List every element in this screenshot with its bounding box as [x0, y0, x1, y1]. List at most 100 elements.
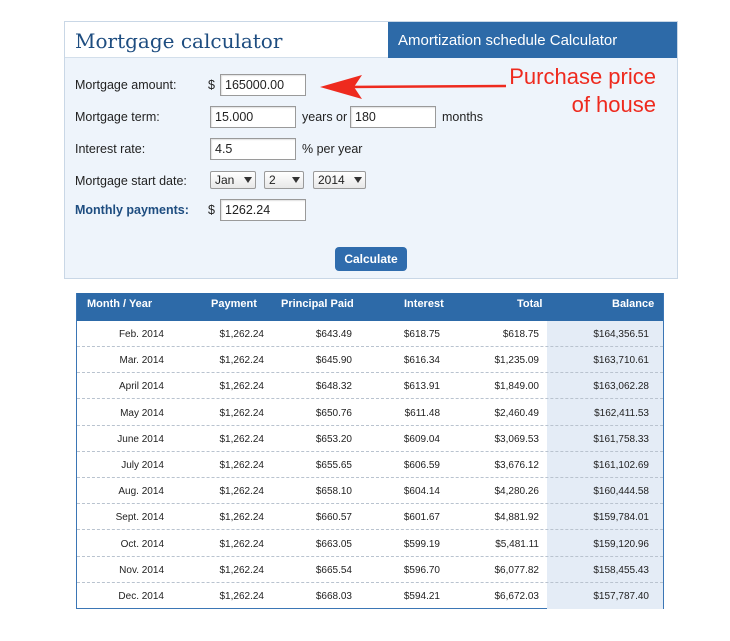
cell-total: $3,069.53 [494, 433, 540, 445]
years-or-text: years or [302, 110, 348, 124]
cell-total: $3,676.12 [494, 460, 540, 471]
term-months-input[interactable]: 180 [350, 106, 436, 128]
header-month-year: Month / Year [87, 298, 153, 310]
calculator-header: Mortgage calculator Amortization schedul… [65, 22, 677, 58]
chevron-down-icon [354, 177, 362, 183]
cell-payment: $1,262.24 [219, 460, 265, 471]
cell-total: $1,849.00 [494, 381, 540, 393]
cell-total: $2,460.49 [494, 407, 540, 419]
cell-total: $618.75 [502, 329, 539, 340]
amortization-table: Month / Year Payment Principal Paid Inte… [76, 293, 664, 609]
cell-payment: $1,262.24 [219, 355, 265, 367]
cell-interest: $613.91 [403, 381, 440, 393]
cell-month-year: May 2014 [120, 407, 164, 419]
cell-interest: $594.21 [403, 591, 440, 602]
table-row: Sept. 2014 $1,262.24 $660.57 $601.67 $4,881.… [77, 504, 663, 531]
cell-total: $4,280.26 [494, 486, 540, 498]
cell-interest: $596.70 [403, 564, 440, 576]
monthly-payments-label: Monthly payments: [75, 203, 189, 217]
start-date-label: Mortgage start date: [75, 174, 187, 188]
header-payment: Payment [211, 298, 257, 310]
table-row: Feb. 2014 $1,262.24 $643.49 $618.75 $618.75 $… [77, 321, 663, 347]
cell-payment: $1,262.24 [219, 329, 265, 340]
start-day-select[interactable]: 2 [264, 171, 304, 189]
cell-interest: $599.19 [403, 538, 440, 550]
cell-balance: $160,444.58 [593, 486, 649, 498]
start-month-value: Jan [215, 173, 235, 187]
cell-principal-paid: $648.32 [315, 381, 352, 393]
cell-month-year: July 2014 [121, 460, 164, 471]
start-year-select[interactable]: 2014 [313, 171, 366, 189]
cell-month-year: Nov. 2014 [119, 564, 164, 576]
table-row: Dec. 2014 $1,262.24 $668.03 $594.21 $6,672.0… [77, 583, 663, 609]
cell-principal-paid: $645.90 [315, 355, 352, 367]
cell-principal-paid: $650.76 [315, 407, 352, 419]
start-month-select[interactable]: Jan [210, 171, 256, 189]
start-day-value: 2 [269, 173, 276, 187]
mortgage-term-label: Mortgage term: [75, 110, 160, 124]
cell-month-year: Aug. 2014 [118, 486, 164, 498]
cell-balance: $161,102.69 [593, 460, 649, 471]
table-row: June 2014 $1,262.24 $653.20 $609.04 $3,069.5… [77, 426, 663, 452]
cell-interest: $611.48 [404, 407, 440, 419]
cell-balance: $157,787.40 [593, 591, 649, 602]
cell-payment: $1,262.24 [219, 538, 265, 550]
page-title: Mortgage calculator [75, 29, 283, 53]
cell-principal-paid: $663.05 [315, 538, 352, 550]
header-total: Total [517, 298, 543, 310]
cell-interest: $604.14 [403, 486, 440, 498]
chevron-down-icon [244, 177, 252, 183]
cell-principal-paid: $660.57 [315, 512, 352, 524]
cell-principal-paid: $665.54 [315, 564, 352, 576]
cell-interest: $606.59 [403, 460, 440, 471]
cell-balance: $161,758.33 [593, 433, 649, 445]
table-row: April 2014 $1,262.24 $648.32 $613.91 $1,849.… [77, 373, 663, 400]
interest-rate-label: Interest rate: [75, 142, 146, 156]
table-row: Oct. 2014 $1,262.24 $663.05 $599.19 $5,481.1… [77, 531, 663, 557]
cell-total: $6,672.03 [494, 591, 540, 602]
cell-principal-paid: $655.65 [315, 460, 352, 471]
tab-amortization-label: Amortization schedule Calculator [398, 32, 618, 49]
header-balance: Balance [612, 298, 655, 310]
cell-interest: $618.75 [403, 329, 440, 340]
cell-principal-paid: $658.10 [315, 486, 352, 498]
cell-interest: $601.67 [403, 512, 440, 524]
cell-payment: $1,262.24 [219, 591, 265, 602]
title-box: Mortgage calculator [65, 22, 388, 58]
cell-interest: $609.04 [403, 433, 440, 445]
cell-total: $1,235.09 [494, 355, 540, 367]
payment-currency-symbol: $ [208, 203, 215, 217]
rate-suffix-text: % per year [302, 142, 363, 156]
cell-month-year: Dec. 2014 [118, 591, 164, 602]
term-years-input[interactable]: 15.000 [210, 106, 296, 128]
calculate-button[interactable]: Calculate [335, 247, 407, 271]
cell-balance: $159,120.96 [593, 538, 649, 550]
annotation-line-2: of house [571, 92, 656, 117]
mortgage-amount-label: Mortgage amount: [75, 78, 177, 92]
mortgage-calculator-panel: Mortgage calculator Amortization schedul… [64, 21, 678, 279]
mortgage-amount-input[interactable]: 165000.00 [220, 74, 306, 96]
cell-month-year: Feb. 2014 [118, 329, 164, 340]
table-row: May 2014 $1,262.24 $650.76 $611.48 $2,460.49… [77, 400, 663, 426]
cell-total: $5,481.11 [495, 538, 539, 550]
table-row: Mar. 2014 $1,262.24 $645.90 $616.34 $1,235.0… [77, 347, 663, 374]
cell-total: $6,077.82 [494, 564, 540, 576]
cell-balance: $159,784.01 [593, 512, 649, 524]
annotation-text: Purchase price of house [480, 63, 656, 119]
interest-rate-input[interactable]: 4.5 [210, 138, 296, 160]
monthly-payment-output[interactable]: 1262.24 [220, 199, 306, 221]
table-row: July 2014 $1,262.24 $655.65 $606.59 $3,676.1… [77, 452, 663, 478]
cell-month-year: Oct. 2014 [120, 538, 164, 550]
cell-balance: $163,062.28 [593, 381, 649, 393]
cell-principal-paid: $643.49 [315, 329, 352, 340]
months-text: months [442, 110, 483, 124]
cell-principal-paid: $668.03 [315, 591, 352, 602]
cell-month-year: June 2014 [117, 433, 164, 445]
cell-payment: $1,262.24 [219, 486, 265, 498]
annotation-line-1: Purchase price [509, 64, 656, 89]
header-principal-paid: Principal Paid [281, 298, 354, 310]
tab-amortization-schedule[interactable]: Amortization schedule Calculator [388, 22, 677, 58]
chevron-down-icon [292, 177, 300, 183]
cell-balance: $164,356.51 [593, 329, 649, 340]
start-year-value: 2014 [318, 173, 345, 187]
